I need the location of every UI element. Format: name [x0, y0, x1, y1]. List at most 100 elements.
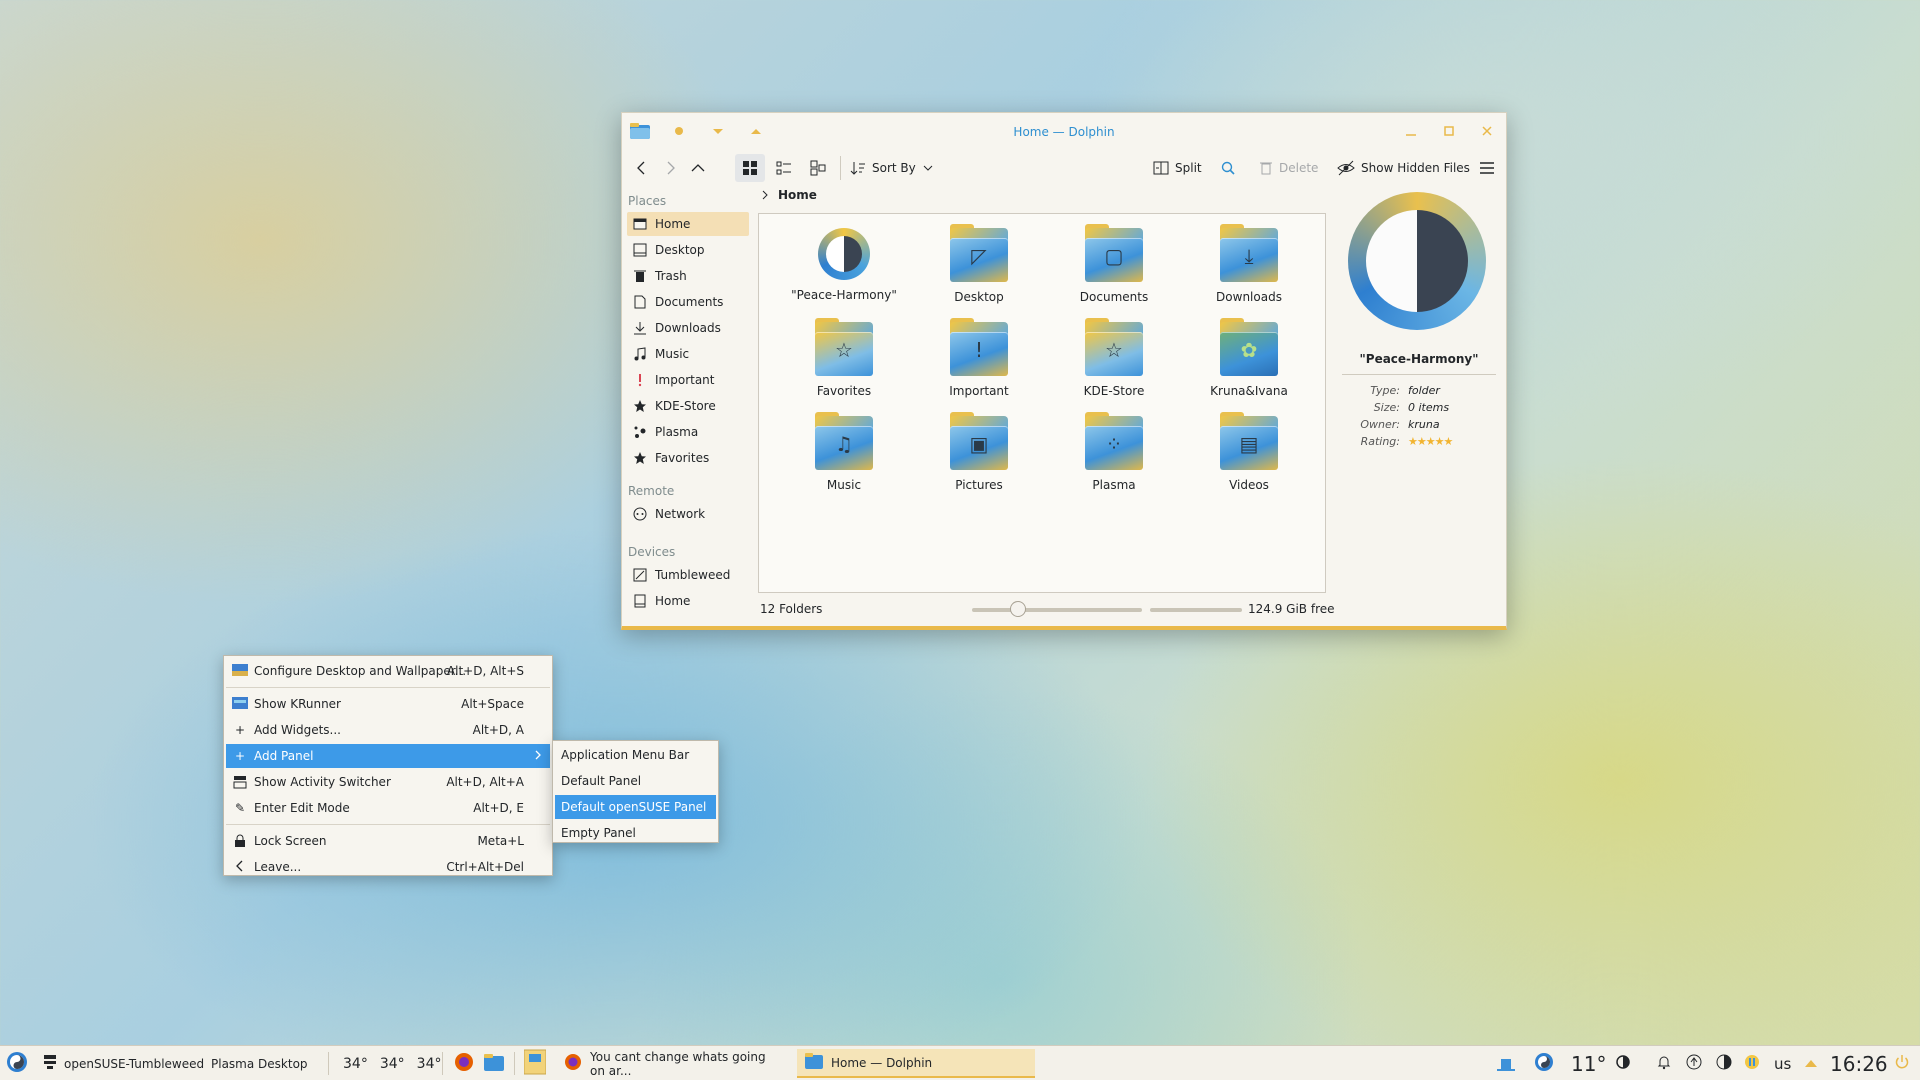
show-desktop-button[interactable] — [1497, 1046, 1515, 1080]
place-plasma[interactable]: Plasma — [627, 420, 749, 444]
weather-widget[interactable]: 11° — [1571, 1046, 1606, 1080]
file-view[interactable]: "Peace-Harmony" ◸ Desktop ▢ Documents ⤓ … — [758, 213, 1326, 593]
place-kde-store[interactable]: KDE-Store — [627, 394, 749, 418]
hamburger-menu-button[interactable] — [1476, 154, 1498, 182]
digital-clock[interactable]: 16:26 — [1830, 1046, 1888, 1080]
free-space-label: 124.9 GiB free — [1248, 602, 1335, 616]
place-downloads[interactable]: Downloads — [627, 316, 749, 340]
file-item[interactable]: ! Important — [914, 318, 1044, 398]
file-name: Desktop — [954, 290, 1004, 304]
icons-view-button[interactable] — [735, 154, 765, 182]
taskbar-separator — [328, 1052, 329, 1075]
menu-leave[interactable]: Leave... Ctrl+Alt+Del — [226, 855, 550, 879]
info-value: 0 items — [1408, 401, 1450, 414]
place-desktop[interactable]: Desktop — [627, 238, 749, 262]
file-item[interactable]: ✿ Kruna&Ivana — [1184, 318, 1314, 398]
file-item[interactable]: ⤓ Downloads — [1184, 224, 1314, 304]
videos-folder-icon: ▤ — [1220, 412, 1278, 470]
zoom-slider-handle[interactable] — [1010, 601, 1026, 617]
device-home[interactable]: Home — [627, 589, 749, 613]
menu-add-widgets[interactable]: + Add Widgets... Alt+D, A — [226, 718, 550, 742]
tray-expander[interactable] — [1804, 1046, 1818, 1080]
temperature-monitors[interactable]: 34° 34° 34° — [343, 1046, 441, 1080]
file-item[interactable]: ☆ Favorites — [779, 318, 909, 398]
title-bar[interactable]: Home — Dolphin — [622, 113, 1506, 150]
documents-icon — [633, 295, 647, 309]
file-item[interactable]: ◸ Desktop — [914, 224, 1044, 304]
minimize-icon[interactable] — [1403, 123, 1419, 139]
forward-button[interactable] — [658, 154, 682, 182]
back-button[interactable] — [630, 154, 654, 182]
rating-stars[interactable]: ★★★★★ — [1408, 435, 1453, 448]
details-view-button[interactable] — [804, 154, 832, 182]
menu-label: Leave... — [254, 860, 302, 874]
desktop-name[interactable]: Plasma Desktop — [211, 1046, 308, 1080]
place-important[interactable]: Important — [627, 368, 749, 392]
breadcrumb[interactable]: Home — [760, 188, 817, 202]
menu-lock-screen[interactable]: Lock Screen Meta+L — [226, 829, 550, 853]
hidden-eye-icon — [1337, 160, 1355, 176]
tray-yin-yang[interactable] — [1534, 1046, 1554, 1080]
application-launcher[interactable] — [6, 1046, 28, 1080]
close-icon[interactable] — [1479, 123, 1495, 139]
pager[interactable] — [523, 1046, 547, 1080]
submenu-default-panel[interactable]: Default Panel — [555, 769, 716, 793]
night-color-toggle[interactable] — [1615, 1046, 1631, 1080]
file-item[interactable]: ▢ Documents — [1049, 224, 1179, 304]
delete-button[interactable]: Delete — [1259, 154, 1318, 182]
menu-configure-desktop[interactable]: Configure Desktop and Wallpaper... Alt+D… — [226, 659, 550, 683]
place-label: KDE-Store — [655, 399, 716, 413]
submenu-default-opensuse-panel[interactable]: Default openSUSE Panel — [555, 795, 716, 819]
menu-add-panel[interactable]: + Add Panel — [226, 744, 550, 768]
split-button[interactable]: Split — [1153, 154, 1202, 182]
plasma-folder-icon: ⁘ — [1085, 412, 1143, 470]
media-player-button[interactable] — [1744, 1046, 1760, 1080]
zoom-slider[interactable] — [972, 601, 1142, 617]
breadcrumb-home[interactable]: Home — [778, 188, 817, 202]
activity-switcher[interactable]: openSUSE-Tumbleweed — [42, 1046, 204, 1080]
place-label: Home — [655, 217, 691, 231]
bell-icon — [1656, 1054, 1672, 1073]
menu-enter-edit-mode[interactable]: ✎ Enter Edit Mode Alt+D, E — [226, 796, 550, 820]
notifications-button[interactable] — [1656, 1046, 1672, 1080]
firefox-icon — [564, 1053, 582, 1074]
place-favorites[interactable]: Favorites — [627, 446, 749, 470]
place-home[interactable]: Home — [627, 212, 749, 236]
compact-view-button[interactable] — [770, 154, 798, 182]
submenu-empty-panel[interactable]: Empty Panel — [555, 821, 716, 845]
firefox-launcher[interactable] — [454, 1046, 474, 1080]
image-folder-icon: ✿ — [1220, 318, 1278, 376]
menu-show-krunner[interactable]: Show KRunner Alt+Space — [226, 692, 550, 716]
dolphin-launcher[interactable] — [484, 1046, 504, 1080]
file-item[interactable]: ▣ Pictures — [914, 412, 1044, 492]
chevron-left-icon — [232, 860, 248, 874]
sort-by-button[interactable]: Sort By — [850, 154, 934, 182]
downloads-folder-icon: ⤓ — [1220, 224, 1278, 282]
task-dolphin[interactable]: Home — Dolphin — [797, 1049, 1035, 1078]
menu-shortcut: Alt+D, E — [473, 801, 524, 815]
documents-folder-icon: ▢ — [1085, 224, 1143, 282]
show-hidden-files-button[interactable]: Show Hidden Files — [1337, 154, 1470, 182]
file-item[interactable]: ▤ Videos — [1184, 412, 1314, 492]
file-name: KDE-Store — [1083, 384, 1145, 398]
keyboard-layout[interactable]: us — [1774, 1046, 1791, 1080]
submenu-application-menu-bar[interactable]: Application Menu Bar — [555, 743, 716, 767]
up-button[interactable] — [686, 154, 710, 182]
device-tumbleweed[interactable]: Tumbleweed — [627, 563, 749, 587]
place-trash[interactable]: Trash — [627, 264, 749, 288]
file-item[interactable]: "Peace-Harmony" — [779, 228, 909, 302]
audio-volume-button[interactable] — [1716, 1046, 1732, 1080]
updates-button[interactable] — [1686, 1046, 1702, 1080]
file-item[interactable]: ☆ KDE-Store — [1049, 318, 1179, 398]
search-button[interactable] — [1220, 154, 1236, 182]
place-documents[interactable]: Documents — [627, 290, 749, 314]
maximize-icon[interactable] — [1441, 123, 1457, 139]
file-item[interactable]: ⁘ Plasma — [1049, 412, 1179, 492]
task-firefox[interactable]: You cant change whats going on ar... — [556, 1049, 788, 1078]
place-network[interactable]: Network — [627, 502, 749, 526]
place-music[interactable]: Music — [627, 342, 749, 366]
menu-show-activity-switcher[interactable]: Show Activity Switcher Alt+D, Alt+A — [226, 770, 550, 794]
file-item[interactable]: ♫ Music — [779, 412, 909, 492]
power-button[interactable] — [1894, 1046, 1910, 1080]
submenu-label: Default openSUSE Panel — [561, 800, 707, 814]
